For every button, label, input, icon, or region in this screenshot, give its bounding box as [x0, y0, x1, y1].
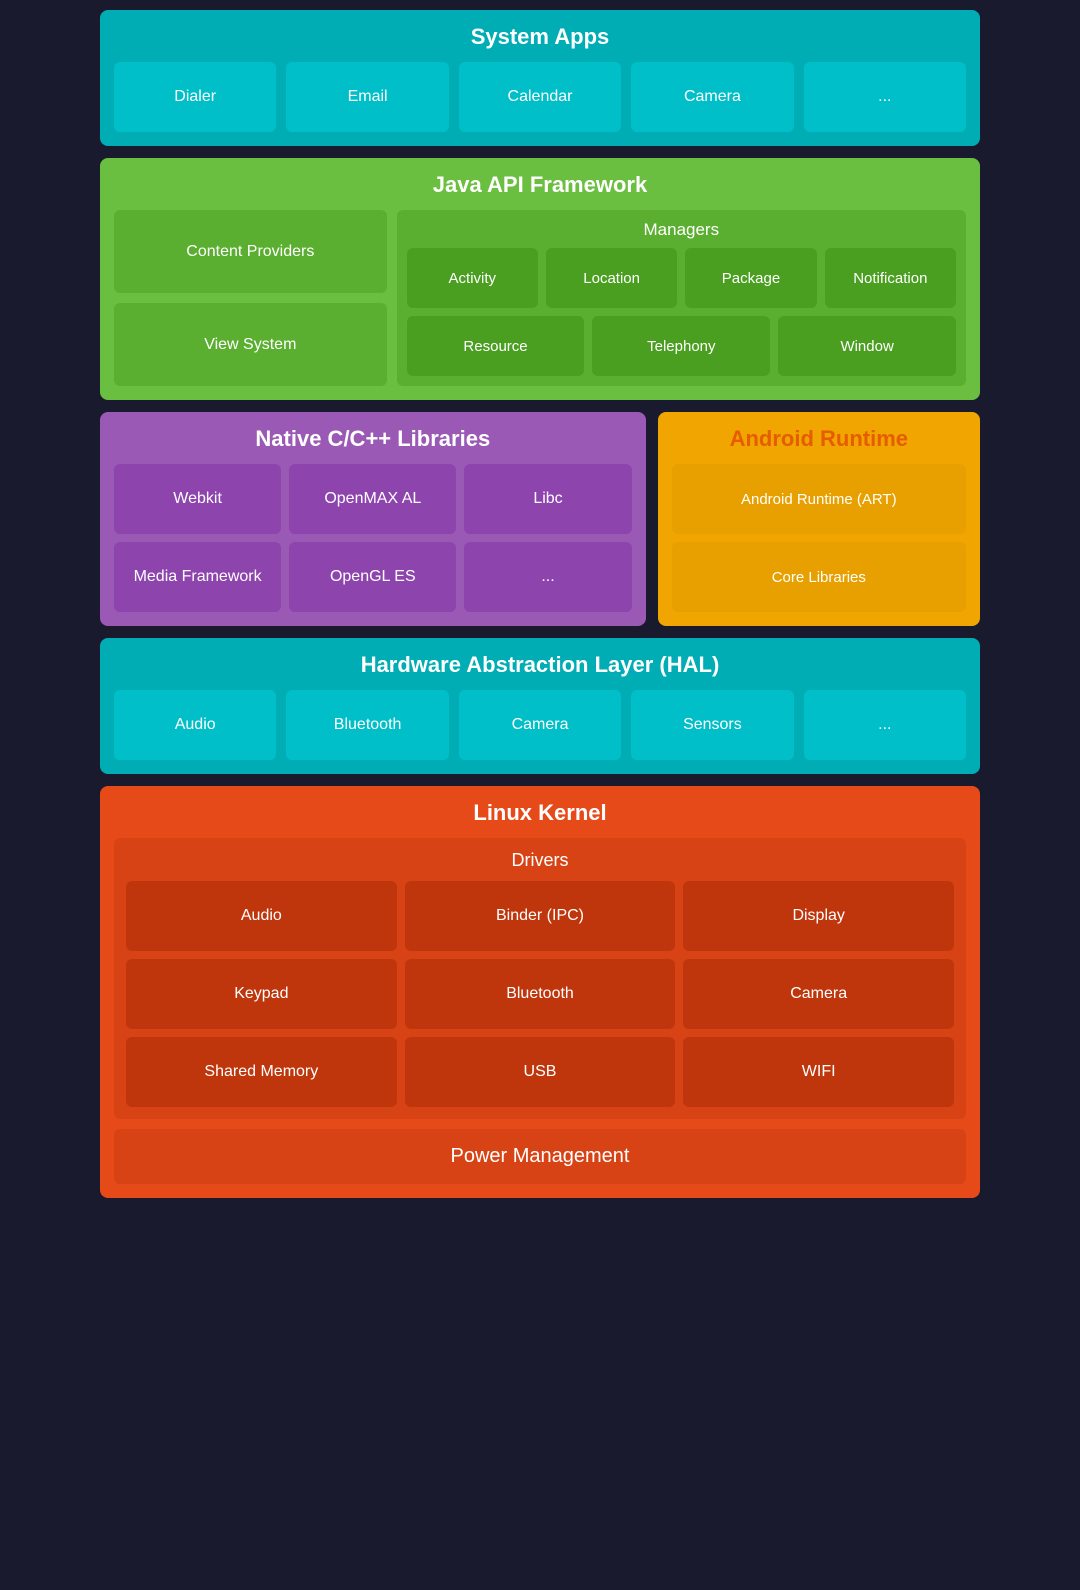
android-runtime-title: Android Runtime [672, 426, 966, 452]
manager-resource: Resource [407, 316, 585, 376]
system-apps-camera: Camera [631, 62, 793, 132]
system-apps-calendar: Calendar [459, 62, 621, 132]
system-apps-email: Email [286, 62, 448, 132]
native-cpp-title: Native C/C++ Libraries [114, 426, 632, 452]
manager-package: Package [685, 248, 816, 308]
drivers-row-1: Audio Binder (IPC) Display [126, 881, 954, 951]
art-box: Android Runtime (ART) [672, 464, 966, 534]
native-runtime-row: Native C/C++ Libraries Webkit OpenMAX AL… [100, 412, 980, 626]
hal-bluetooth: Bluetooth [286, 690, 448, 760]
hal-layer: Hardware Abstraction Layer (HAL) Audio B… [100, 638, 980, 774]
hal-camera: Camera [459, 690, 621, 760]
manager-location: Location [546, 248, 677, 308]
hal-boxes: Audio Bluetooth Camera Sensors ... [114, 690, 966, 760]
drivers-title: Drivers [126, 850, 954, 871]
manager-window: Window [778, 316, 956, 376]
webkit-box: Webkit [114, 464, 281, 534]
android-runtime-layer: Android Runtime Android Runtime (ART) Co… [658, 412, 980, 626]
driver-wifi: WIFI [683, 1037, 954, 1107]
driver-display: Display [683, 881, 954, 951]
java-api-title: Java API Framework [114, 172, 966, 198]
media-framework-box: Media Framework [114, 542, 281, 612]
power-management-box: Power Management [114, 1129, 966, 1184]
manager-notification: Notification [825, 248, 956, 308]
linux-kernel-layer: Linux Kernel Drivers Audio Binder (IPC) … [100, 786, 980, 1198]
driver-audio: Audio [126, 881, 397, 951]
linux-kernel-title: Linux Kernel [114, 800, 966, 826]
native-cpp-grid: Webkit OpenMAX AL Libc Media Framework O… [114, 464, 632, 612]
driver-keypad: Keypad [126, 959, 397, 1029]
java-api-right: Managers Activity Location Package Notif… [397, 210, 966, 386]
drivers-grid: Audio Binder (IPC) Display Keypad Blueto… [126, 881, 954, 1107]
system-apps-layer: System Apps Dialer Email Calendar Camera… [100, 10, 980, 146]
native-cpp-row-2: Media Framework OpenGL ES ... [114, 542, 632, 612]
native-cpp-row-1: Webkit OpenMAX AL Libc [114, 464, 632, 534]
system-apps-boxes: Dialer Email Calendar Camera ... [114, 62, 966, 132]
managers-row-2: Resource Telephony Window [407, 316, 956, 376]
view-system-box: View System [114, 303, 387, 386]
managers-grid: Activity Location Package Notification R… [407, 248, 956, 376]
hal-audio: Audio [114, 690, 276, 760]
native-more-box: ... [464, 542, 631, 612]
java-api-inner: Content Providers View System Managers A… [114, 210, 966, 386]
driver-usb: USB [405, 1037, 676, 1107]
driver-bluetooth: Bluetooth [405, 959, 676, 1029]
managers-row-1: Activity Location Package Notification [407, 248, 956, 308]
system-apps-dialer: Dialer [114, 62, 276, 132]
libc-box: Libc [464, 464, 631, 534]
drivers-row-2: Keypad Bluetooth Camera [126, 959, 954, 1029]
java-api-layer: Java API Framework Content Providers Vie… [100, 158, 980, 400]
system-apps-title: System Apps [114, 24, 966, 50]
drivers-row-3: Shared Memory USB WIFI [126, 1037, 954, 1107]
android-runtime-boxes: Android Runtime (ART) Core Libraries [672, 464, 966, 612]
opengl-box: OpenGL ES [289, 542, 456, 612]
hal-sensors: Sensors [631, 690, 793, 760]
core-libraries-box: Core Libraries [672, 542, 966, 612]
hal-more: ... [804, 690, 966, 760]
native-cpp-layer: Native C/C++ Libraries Webkit OpenMAX AL… [100, 412, 646, 626]
driver-binder: Binder (IPC) [405, 881, 676, 951]
system-apps-more: ... [804, 62, 966, 132]
java-api-left: Content Providers View System [114, 210, 387, 386]
manager-activity: Activity [407, 248, 538, 308]
openmax-box: OpenMAX AL [289, 464, 456, 534]
hal-title: Hardware Abstraction Layer (HAL) [114, 652, 966, 678]
driver-camera: Camera [683, 959, 954, 1029]
drivers-section: Drivers Audio Binder (IPC) Display Keypa… [114, 838, 966, 1119]
managers-title: Managers [407, 220, 956, 240]
driver-shared-memory: Shared Memory [126, 1037, 397, 1107]
content-providers-box: Content Providers [114, 210, 387, 293]
manager-telephony: Telephony [592, 316, 770, 376]
